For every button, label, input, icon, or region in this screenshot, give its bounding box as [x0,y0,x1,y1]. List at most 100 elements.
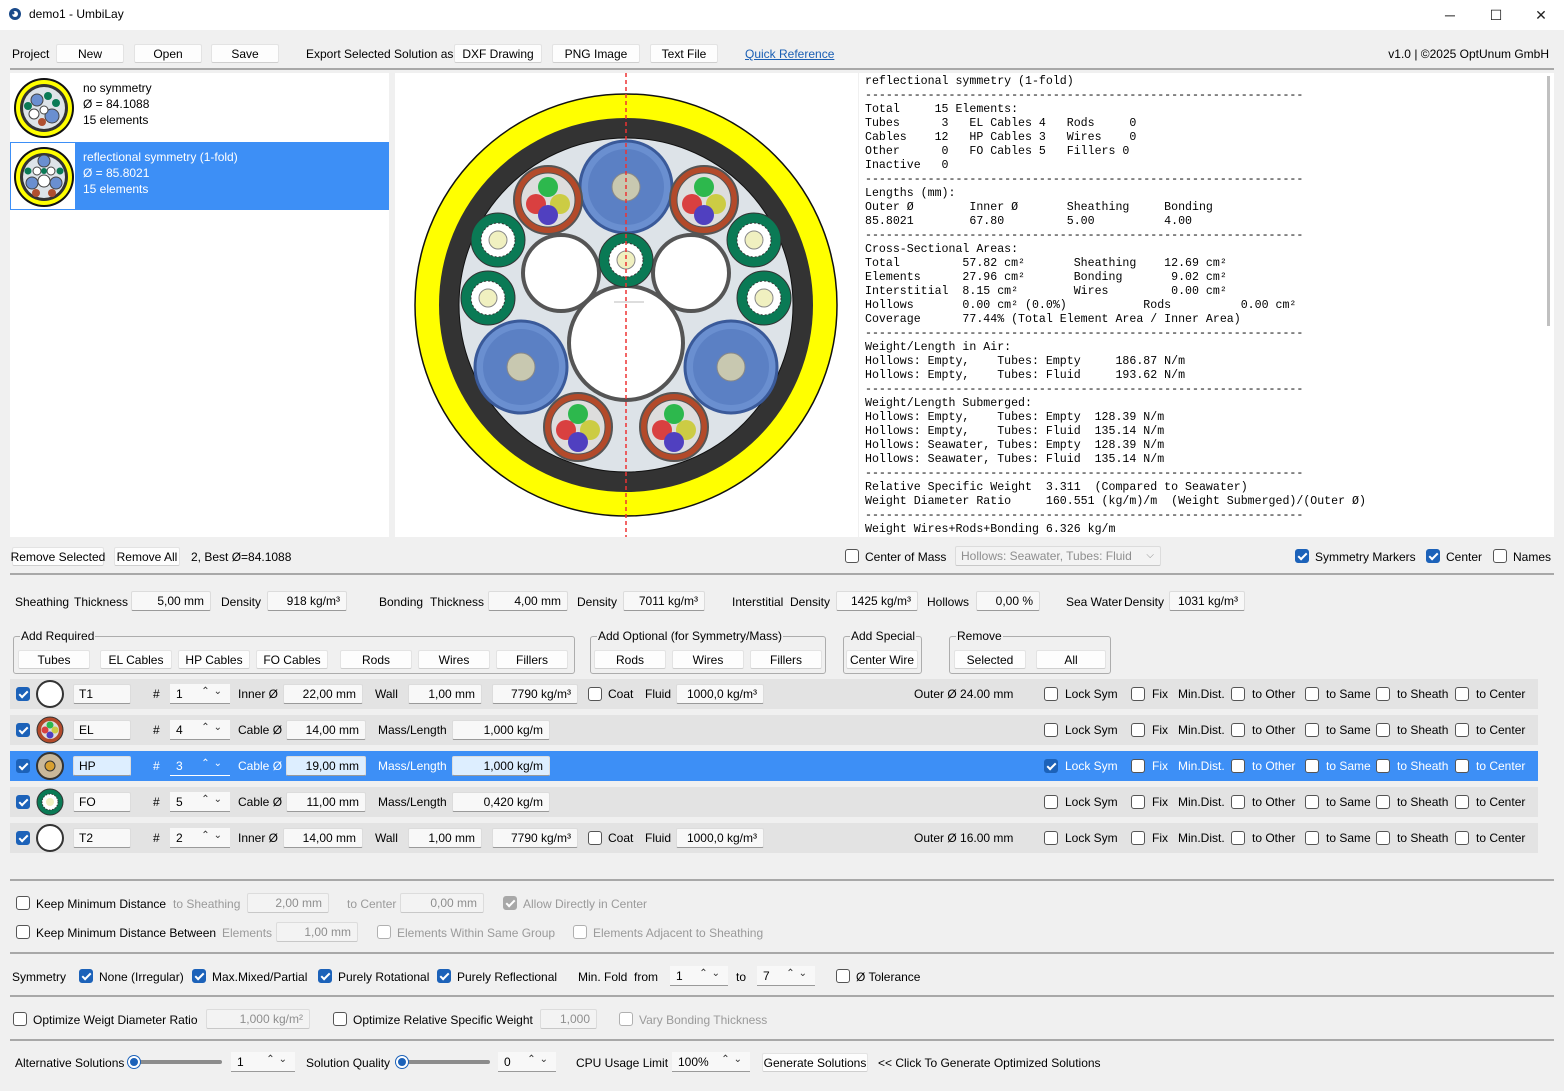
minimize-button[interactable]: ─ [1427,0,1473,30]
symmetry-mixed-checkbox[interactable] [192,969,206,983]
export-png-button[interactable]: PNG Image [552,44,640,63]
solution-quality-slider[interactable] [398,1060,490,1064]
element-active-checkbox[interactable] [16,795,30,809]
element-diameter-input[interactable]: 19,00 mm [286,756,366,776]
export-dxf-button[interactable]: DXF Drawing [454,44,542,63]
to-same-checkbox[interactable] [1305,759,1319,773]
to-other-checkbox[interactable] [1231,723,1245,737]
add-fillers-button[interactable]: Fillers [496,650,568,669]
element-diameter-input[interactable]: 14,00 mm [286,720,366,740]
center-checkbox[interactable] [1426,549,1440,563]
cross-section-view[interactable] [395,73,858,537]
add-rods-button[interactable]: Rods [340,650,412,669]
to-other-checkbox[interactable] [1231,795,1245,809]
element-diameter-input[interactable]: 22,00 mm [283,684,363,704]
spinner-arrows-icon[interactable]: ⌃⌄ [201,722,226,733]
element-count-spinner[interactable]: 5 ⌃⌄ [170,792,230,812]
element-diameter-input[interactable]: 14,00 mm [283,828,363,848]
tube-density-input[interactable]: 7790 kg/m³ [492,828,578,848]
within-group-checkbox[interactable] [377,925,391,939]
mass-length-input[interactable]: 1,000 kg/m [452,720,550,740]
solution-item-selected[interactable]: reflectional symmetry (1-fold) Ø = 85.80… [10,142,389,210]
cpu-limit-spinner[interactable]: 100% ⌃⌄ [672,1052,750,1072]
to-sheath-checkbox[interactable] [1376,723,1390,737]
element-count-spinner[interactable]: 3 ⌃⌄ [170,756,230,776]
coat-checkbox[interactable] [588,831,602,845]
alt-solutions-spinner[interactable]: 1 ⌃⌄ [231,1052,295,1072]
open-button[interactable]: Open [134,44,202,63]
hollows-select[interactable]: Hollows: Seawater, Tubes: Fluid ⌵ [955,546,1161,566]
add-optional-wires-button[interactable]: Wires [672,650,744,669]
element-name-input[interactable]: HP [73,756,131,776]
to-center-checkbox[interactable] [1455,687,1469,701]
lock-sym-checkbox[interactable] [1044,759,1058,773]
add-fo-cables-button[interactable]: FO Cables [256,650,328,669]
keep-min-between-checkbox[interactable] [16,925,30,939]
solution-list[interactable]: no symmetry Ø = 84.1088 15 elements refl… [10,73,389,537]
bonding-density-input[interactable]: 7011 kg/m³ [623,591,705,611]
alt-solutions-slider-handle[interactable] [128,1056,140,1068]
keep-min-distance-checkbox[interactable] [16,896,30,910]
fix-checkbox[interactable] [1131,723,1145,737]
optimize-rel-weight-checkbox[interactable] [333,1012,347,1026]
save-button[interactable]: Save [211,44,279,63]
solution-quality-slider-handle[interactable] [396,1056,408,1068]
to-center-checkbox[interactable] [1455,759,1469,773]
fix-checkbox[interactable] [1131,687,1145,701]
bonding-thickness-input[interactable]: 4,00 mm [488,591,568,611]
element-active-checkbox[interactable] [16,831,30,845]
wall-input[interactable]: 1,00 mm [408,828,482,848]
spinner-arrows-icon[interactable]: ⌃⌄ [201,686,226,697]
spinner-arrows-icon[interactable]: ⌃⌄ [527,1054,552,1065]
fold-to-spinner[interactable]: 7 ⌃⌄ [757,966,815,986]
element-diameter-input[interactable]: 11,00 mm [286,792,366,812]
lock-sym-checkbox[interactable] [1044,687,1058,701]
to-other-checkbox[interactable] [1231,831,1245,845]
fix-checkbox[interactable] [1131,795,1145,809]
maximize-button[interactable]: ☐ [1473,0,1519,30]
solution-quality-spinner[interactable]: 0 ⌃⌄ [498,1052,556,1072]
solution-item[interactable]: no symmetry Ø = 84.1088 15 elements [10,73,389,141]
tube-density-input[interactable]: 7790 kg/m³ [492,684,578,704]
vary-bonding-checkbox[interactable] [619,1012,633,1026]
rel-weight-input[interactable]: 1,000 [540,1009,597,1029]
add-optional-rods-button[interactable]: Rods [594,650,666,669]
new-button[interactable]: New [56,44,124,63]
min-sheathing-input[interactable]: 2,00 mm [247,893,329,913]
element-name-input[interactable]: T1 [73,684,131,704]
to-sheath-checkbox[interactable] [1376,759,1390,773]
export-text-button[interactable]: Text File [650,44,718,63]
min-between-input[interactable]: 1,00 mm [276,922,358,942]
spinner-arrows-icon[interactable]: ⌃⌄ [201,758,226,769]
add-center-wire-button[interactable]: Center Wire [846,650,918,669]
alt-solutions-slider[interactable] [130,1060,222,1064]
add-el-cables-button[interactable]: EL Cables [100,650,172,669]
spinner-arrows-icon[interactable]: ⌃⌄ [266,1054,291,1065]
spinner-arrows-icon[interactable]: ⌃⌄ [201,830,226,841]
wall-input[interactable]: 1,00 mm [408,684,482,704]
hollows-input[interactable]: 0,00 % [976,591,1040,611]
to-other-checkbox[interactable] [1231,687,1245,701]
center-of-mass-checkbox[interactable] [845,549,859,563]
to-sheath-checkbox[interactable] [1376,795,1390,809]
report-scrollbar[interactable] [1547,76,1550,326]
element-name-input[interactable]: EL [73,720,131,740]
element-count-spinner[interactable]: 4 ⌃⌄ [170,720,230,740]
to-same-checkbox[interactable] [1305,795,1319,809]
to-sheath-checkbox[interactable] [1376,831,1390,845]
seawater-density-input[interactable]: 1031 kg/m³ [1169,591,1245,611]
mass-length-input[interactable]: 0,420 kg/m [452,792,550,812]
to-center-checkbox[interactable] [1455,795,1469,809]
sheathing-density-input[interactable]: 918 kg/m³ [267,591,347,611]
lock-sym-checkbox[interactable] [1044,723,1058,737]
fix-checkbox[interactable] [1131,831,1145,845]
coat-checkbox[interactable] [588,687,602,701]
symmetry-reflectional-checkbox[interactable] [437,969,451,983]
to-other-checkbox[interactable] [1231,759,1245,773]
element-count-spinner[interactable]: 1 ⌃⌄ [170,684,230,704]
add-tubes-button[interactable]: Tubes [18,650,90,669]
element-active-checkbox[interactable] [16,759,30,773]
add-optional-fillers-button[interactable]: Fillers [750,650,822,669]
tolerance-checkbox[interactable] [836,969,850,983]
spinner-arrows-icon[interactable]: ⌃⌄ [201,794,226,805]
